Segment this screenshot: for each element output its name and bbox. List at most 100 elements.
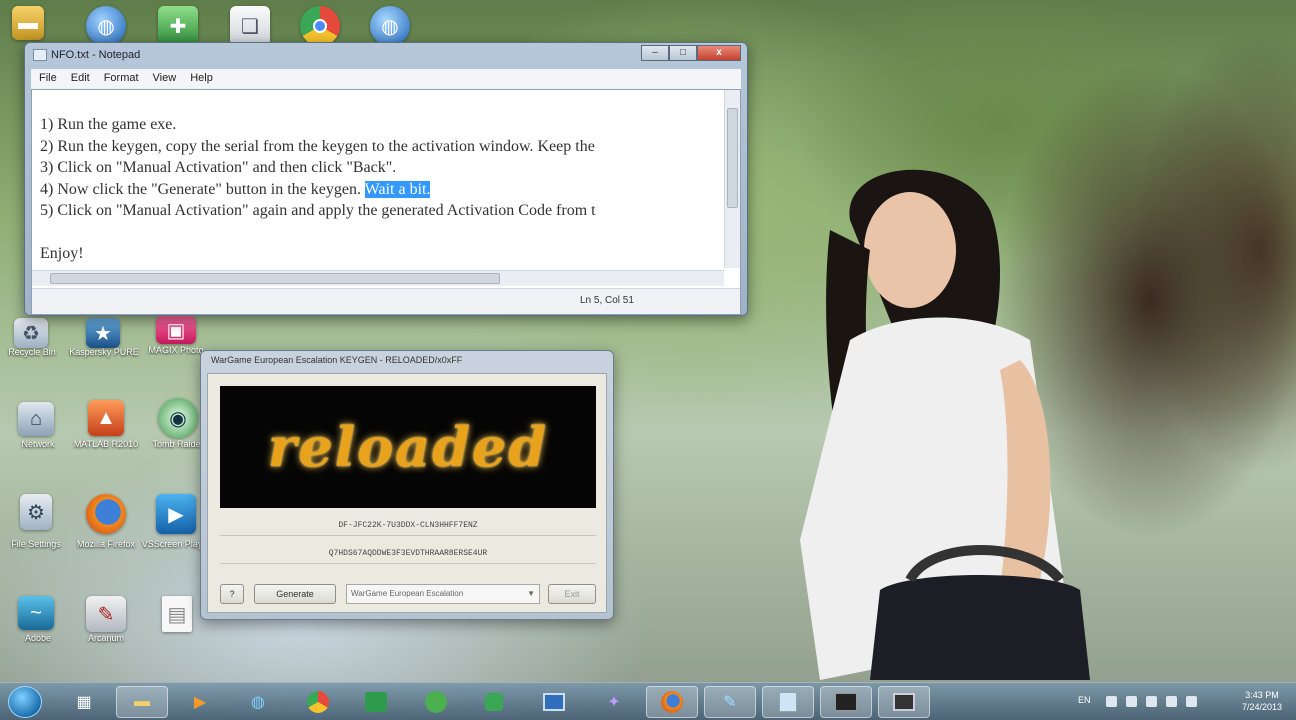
maximize-button[interactable]: □ (669, 45, 697, 61)
notepad-window[interactable]: NFO.txt - Notepad – □ x File Edit Format… (24, 42, 748, 316)
desktop-icon-firefox[interactable] (86, 494, 126, 534)
close-button[interactable]: x (697, 45, 741, 61)
desktop-icon-game[interactable]: ◉ (158, 398, 198, 438)
taskbar-window[interactable] (528, 686, 580, 718)
network-status-icon[interactable] (1126, 696, 1137, 707)
desktop-icon-chrome[interactable] (300, 6, 340, 46)
desktop-icon-folder[interactable]: ▬ (12, 6, 44, 40)
desktop-icon-globe[interactable]: ◍ (86, 6, 126, 46)
activation-code-field[interactable]: Q7HDS67AQDDWE3F3EVDTHRAAR8ERSE4UR (220, 544, 596, 564)
desktop-icon-label: Network (21, 439, 55, 449)
taskbar-green-app[interactable] (468, 686, 520, 718)
product-select-value: WarGame European Escalation (351, 589, 464, 598)
desktop-icon-label: Adobe (24, 633, 52, 643)
doc-icon: ❏ (241, 15, 259, 38)
network-icon: ⌂ (29, 407, 43, 430)
taskbar-media-player[interactable]: ▶ (174, 686, 226, 718)
cursor-position: Ln 5, Col 51 (580, 295, 634, 306)
scroll-thumb[interactable] (50, 273, 500, 284)
globe-icon: ◍ (381, 15, 399, 38)
generate-button[interactable]: Generate (254, 584, 336, 604)
product-select[interactable]: WarGame European Escalation ▼ (346, 584, 540, 604)
file-icon: ▤ (167, 603, 187, 626)
app-icon: ✚ (169, 15, 187, 38)
desktop-icon-globe-2[interactable]: ◍ (370, 6, 410, 46)
desktop-icon-arcanum[interactable]: ✎ (86, 596, 126, 632)
show-hidden-icon[interactable] (1106, 696, 1117, 707)
text-line: 1) Run the game exe. (40, 116, 177, 133)
taskbar-network[interactable]: ◍ (232, 686, 284, 718)
yahoo-icon: ✦ (607, 694, 621, 711)
minimize-button[interactable]: – (641, 45, 669, 61)
menu-view[interactable]: View (153, 72, 177, 86)
green-app-icon (485, 693, 503, 711)
menu-edit[interactable]: Edit (71, 72, 90, 86)
taskbar-explorer[interactable]: ▬ (116, 686, 168, 718)
game-icon: ◉ (169, 407, 187, 430)
chevron-down-icon: ▼ (527, 589, 535, 598)
folder-icon: ▬ (134, 693, 150, 710)
taskbar-notes[interactable]: ▦ (58, 686, 110, 718)
text-line: 2) Run the keygen, copy the serial from … (40, 137, 595, 155)
desktop-icon-video[interactable]: ▶ (156, 494, 196, 534)
tool-icon: ✎ (723, 694, 737, 711)
language-indicator[interactable]: EN (1078, 695, 1091, 705)
taskbar-tool[interactable]: ✎ (704, 686, 756, 718)
action-center-icon[interactable] (1146, 696, 1157, 707)
text-line: 3) Click on "Manual Activation" and then… (40, 159, 397, 176)
text-content: 1) Run the game exe. 2) Run the keygen, … (40, 114, 714, 265)
desktop-icon-recycle-bin[interactable]: ♻ (14, 318, 48, 348)
text-editor[interactable]: 1) Run the game exe. 2) Run the keygen, … (31, 89, 741, 315)
logo-text: reloaded (267, 415, 549, 479)
desktop-icon-matlab[interactable]: ▲ (88, 400, 124, 436)
power-icon[interactable] (1166, 696, 1177, 707)
clock[interactable]: 3:43 PM 7/24/2013 (1242, 689, 1282, 713)
keygen-window[interactable]: WarGame European Escalation KEYGEN - REL… (200, 350, 614, 620)
scroll-thumb[interactable] (727, 108, 738, 208)
taskbar-monitor[interactable] (878, 686, 930, 718)
desktop-icon-file[interactable]: ▤ (162, 596, 192, 632)
settings-icon: ⚙ (27, 501, 45, 524)
taskbar-yahoo[interactable]: ✦ (588, 686, 640, 718)
desktop-icon-doc[interactable]: ❏ (230, 6, 270, 46)
desktop-icon-kaspersky[interactable]: ★ (86, 318, 120, 348)
folder-icon: ▬ (18, 11, 38, 34)
menu-help[interactable]: Help (190, 72, 213, 86)
taskbar-chrome[interactable] (292, 686, 344, 718)
menu-format[interactable]: Format (104, 72, 139, 86)
exit-button[interactable]: Exit (548, 584, 596, 604)
system-tray: EN 3:43 PM 7/24/2013 (1066, 683, 1296, 720)
serial-field[interactable]: DF-JFC22K-7U3DDX-CLN3HHFF7ENZ (220, 516, 596, 536)
window-icon (543, 693, 565, 711)
desktop-icon-settings[interactable]: ⚙ (20, 494, 52, 530)
horizontal-scrollbar[interactable] (32, 270, 724, 286)
notes-icon: ▦ (76, 694, 92, 711)
taskbar-firefox[interactable] (646, 686, 698, 718)
desktop-icon-label: Kaspersky PURE (69, 347, 139, 357)
vertical-scrollbar[interactable] (724, 90, 740, 268)
help-button[interactable]: ? (220, 584, 244, 604)
keygen-icon (835, 693, 857, 711)
start-button[interactable] (8, 686, 42, 718)
taskbar-notepad[interactable] (762, 686, 814, 718)
text-line (40, 222, 714, 244)
clock-time: 3:43 PM (1245, 690, 1279, 700)
desktop-icon-app[interactable]: ✚ (158, 6, 198, 46)
taskbar: ▦ ▬ ▶ ◍ ✦ ✎ EN 3:43 PM 7/24/2013 (0, 682, 1296, 720)
menu-file[interactable]: File (39, 72, 57, 86)
desktop-icon-label: MATLAB R2010 (73, 439, 139, 449)
desktop-icon-photo[interactable]: ▣ (156, 316, 196, 344)
volume-icon[interactable] (1186, 696, 1197, 707)
menu-bar: File Edit Format View Help (31, 69, 741, 89)
globe-icon: ◍ (97, 15, 115, 38)
desktop-icon-adobe[interactable]: ~ (18, 596, 54, 630)
taskbar-xbox[interactable] (410, 686, 462, 718)
recycle-bin-icon: ♻ (22, 322, 40, 345)
notepad-icon (779, 692, 797, 712)
window-controls: – □ x (641, 45, 741, 61)
taskbar-excel[interactable] (350, 686, 402, 718)
desktop-icon-network[interactable]: ⌂ (18, 402, 54, 436)
selected-text: Wait a bit. (364, 180, 431, 198)
text-line: Enjoy! (40, 245, 84, 262)
taskbar-keygen[interactable] (820, 686, 872, 718)
